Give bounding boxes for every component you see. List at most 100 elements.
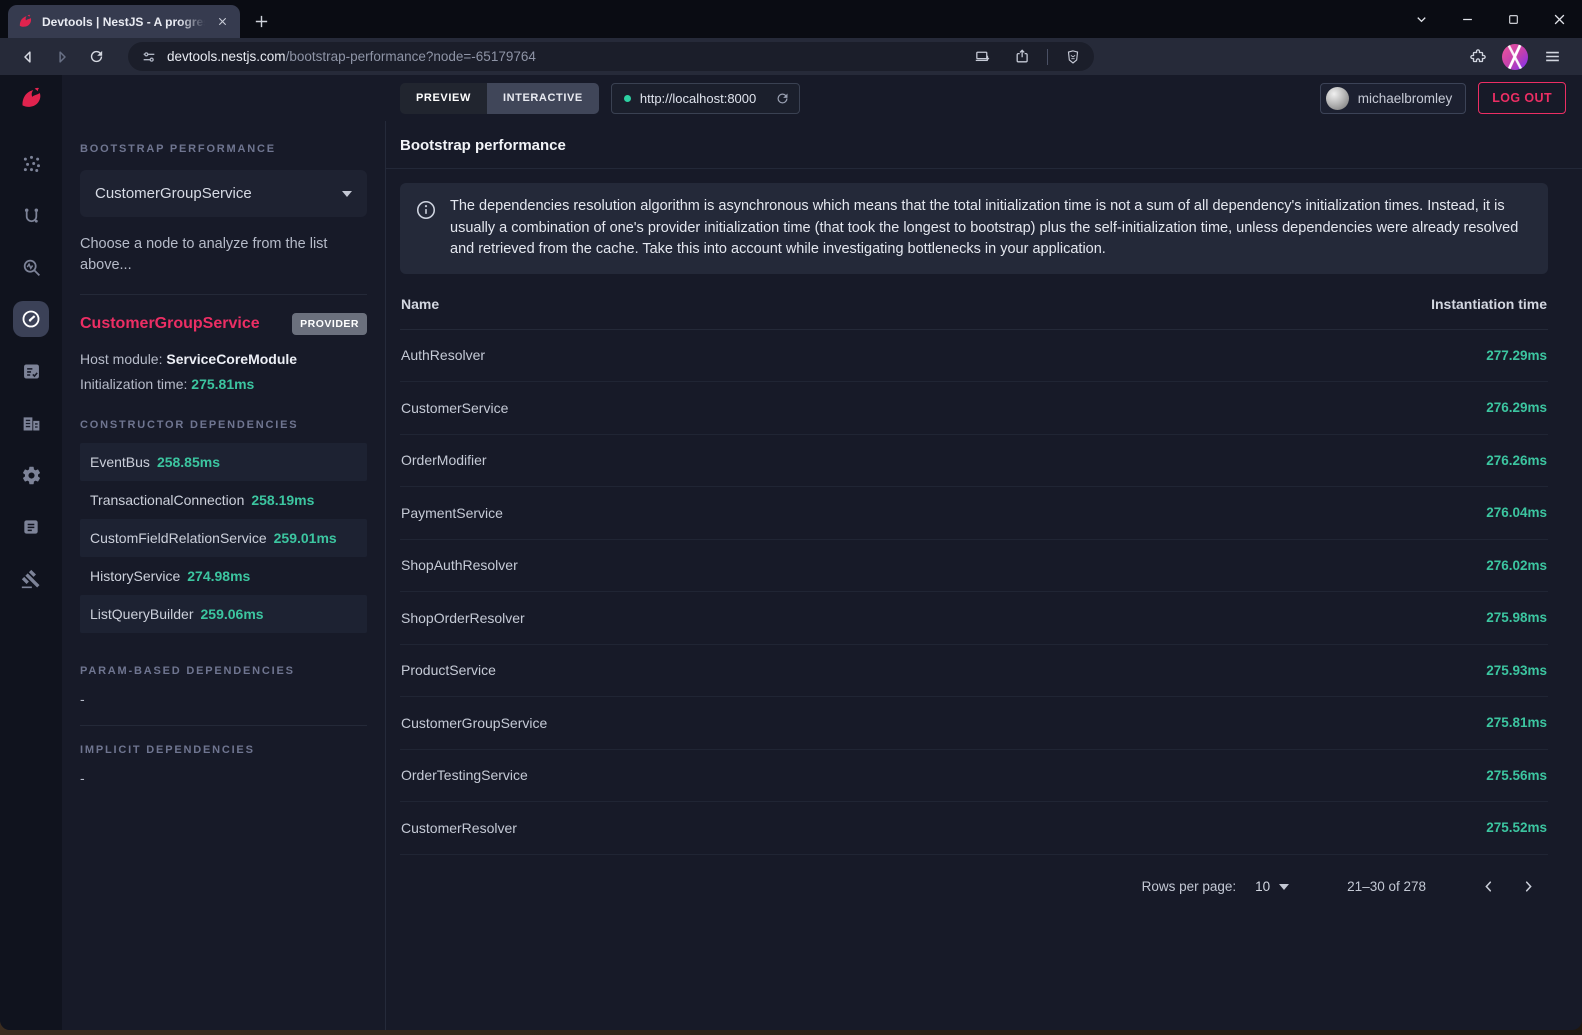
table-row[interactable]: ShopAuthResolver276.02ms	[400, 540, 1548, 593]
browser-profile-avatar[interactable]	[1502, 44, 1528, 70]
param-deps-empty: -	[80, 691, 367, 707]
share-icon[interactable]	[1007, 44, 1037, 70]
init-time-label: Initialization time:	[80, 376, 191, 392]
table-row[interactable]: ShopOrderResolver275.98ms	[400, 592, 1548, 645]
target-url-box[interactable]: http://localhost:8000	[611, 83, 800, 114]
logout-button[interactable]: LOG OUT	[1478, 82, 1566, 114]
close-window-button[interactable]	[1536, 0, 1582, 38]
table-row[interactable]: ProductService 275.93ms	[400, 645, 1548, 698]
dep-item[interactable]: TransactionalConnection258.19ms	[80, 481, 367, 519]
table-row[interactable]: OrderTestingService275.56ms	[400, 750, 1548, 803]
tab-close-icon[interactable]	[213, 13, 231, 31]
implicit-deps-title: IMPLICIT DEPENDENCIES	[80, 744, 367, 756]
dep-item[interactable]: EventBus 258.85ms	[80, 443, 367, 481]
browser-menu-icon[interactable]	[1543, 47, 1562, 66]
table-row[interactable]: CustomerGroupService275.81ms	[400, 697, 1548, 750]
extensions-icon[interactable]	[1469, 48, 1487, 66]
back-button[interactable]	[12, 42, 44, 72]
minimize-button[interactable]	[1444, 0, 1490, 38]
row-time: 276.26ms	[1486, 453, 1547, 468]
dep-time: 259.01ms	[274, 530, 337, 546]
body-area: BOOTSTRAP PERFORMANCE CustomerGroupServi…	[62, 121, 1582, 1030]
nav-performance-icon[interactable]	[13, 301, 49, 337]
brave-shield-icon[interactable]	[1058, 44, 1088, 70]
app-header: PREVIEW INTERACTIVE http://localhost:800…	[62, 75, 1582, 121]
status-dot	[624, 95, 631, 102]
send-to-device-icon[interactable]	[967, 44, 997, 70]
dep-name: CustomFieldRelationService	[90, 530, 267, 546]
dep-item[interactable]: HistoryService274.98ms	[80, 557, 367, 595]
mode-toggle: PREVIEW INTERACTIVE	[400, 83, 599, 114]
reload-button[interactable]	[80, 42, 112, 72]
nav-issues-icon[interactable]	[13, 561, 49, 597]
table-row[interactable]: CustomerResolver275.52ms	[400, 802, 1548, 855]
tab-search-icon[interactable]	[1398, 0, 1444, 38]
dep-time: 258.85ms	[157, 454, 220, 470]
maximize-button[interactable]	[1490, 0, 1536, 38]
row-name: PaymentService	[401, 505, 503, 521]
panel-hint: Choose a node to analyze from the list a…	[80, 234, 367, 276]
browser-tab-strip: Devtools | NestJS - A progressive	[0, 0, 1582, 38]
nestjs-logo[interactable]	[0, 75, 62, 121]
table-row[interactable]: AuthResolver277.29ms	[400, 330, 1548, 383]
tab-title: Devtools | NestJS - A progressive	[42, 15, 205, 29]
site-settings-icon[interactable]	[141, 49, 157, 65]
nav-routes-icon[interactable]	[13, 197, 49, 233]
node-header: CustomerGroupService PROVIDER	[80, 313, 367, 335]
nav-graph-icon[interactable]	[13, 145, 49, 181]
info-icon	[415, 199, 437, 261]
row-name: ProductService	[401, 662, 496, 678]
table-header: Name Instantiation time	[400, 274, 1548, 330]
interactive-tab[interactable]: INTERACTIVE	[487, 83, 599, 114]
node-name: CustomerGroupService	[80, 315, 260, 333]
nav-docs-icon[interactable]	[13, 509, 49, 545]
rows-per-page-value: 10	[1255, 879, 1270, 894]
row-time: 275.98ms	[1486, 610, 1547, 625]
table-row[interactable]: CustomerService276.29ms	[400, 382, 1548, 435]
new-tab-button[interactable]	[253, 13, 270, 30]
info-text: The dependencies resolution algorithm is…	[450, 196, 1522, 261]
dep-time: 258.19ms	[251, 492, 314, 508]
username: michaelbromley	[1358, 91, 1453, 106]
next-page-button[interactable]	[1508, 873, 1548, 901]
nav-settings-icon[interactable]	[13, 457, 49, 493]
table-row[interactable]: PaymentService 276.04ms	[400, 487, 1548, 540]
chevron-down-icon	[342, 191, 352, 197]
provider-badge: PROVIDER	[292, 313, 367, 335]
dep-item[interactable]: ListQueryBuilder259.06ms	[80, 595, 367, 633]
rows-per-page-select[interactable]: 10	[1255, 879, 1289, 894]
page-title: Bootstrap performance	[400, 137, 566, 154]
table-row[interactable]: OrderModifier276.26ms	[400, 435, 1548, 488]
row-time: 276.04ms	[1486, 505, 1547, 520]
constructor-deps-list: EventBus 258.85ms TransactionalConnection…	[80, 443, 367, 633]
nav-modules-icon[interactable]	[13, 405, 49, 441]
toolbar-right-cluster	[1469, 44, 1570, 70]
nestjs-favicon	[17, 13, 34, 30]
row-time: 275.93ms	[1486, 663, 1547, 678]
nav-insights-icon[interactable]	[13, 249, 49, 285]
user-avatar	[1326, 87, 1349, 110]
forward-button[interactable]	[46, 42, 78, 72]
panel-divider	[80, 725, 367, 726]
row-time: 276.02ms	[1486, 558, 1547, 573]
url-domain: devtools.nestjs.com	[167, 49, 286, 64]
host-module-value: ServiceCoreModule	[166, 351, 297, 367]
page-range: 21–30 of 278	[1347, 879, 1426, 894]
url-bar[interactable]: devtools.nestjs.com/bootstrap-performanc…	[128, 42, 1094, 71]
dep-item[interactable]: CustomFieldRelationService 259.01ms	[80, 519, 367, 557]
panel-section-title: BOOTSTRAP PERFORMANCE	[80, 143, 367, 155]
dep-name: EventBus	[90, 454, 150, 470]
user-chip[interactable]: michaelbromley	[1320, 83, 1467, 114]
nav-audits-icon[interactable]	[13, 353, 49, 389]
row-time: 277.29ms	[1486, 348, 1547, 363]
param-deps-title: PARAM-BASED DEPENDENCIES	[80, 665, 367, 677]
node-select-value: CustomerGroupService	[95, 185, 252, 202]
node-select[interactable]: CustomerGroupService	[80, 170, 367, 217]
left-panel: BOOTSTRAP PERFORMANCE CustomerGroupServi…	[62, 121, 386, 1030]
previous-page-button[interactable]	[1468, 873, 1508, 901]
constructor-deps-title: CONSTRUCTOR DEPENDENCIES	[80, 419, 367, 431]
preview-tab[interactable]: PREVIEW	[400, 83, 487, 114]
dep-name: HistoryService	[90, 568, 180, 584]
browser-tab[interactable]: Devtools | NestJS - A progressive	[8, 5, 240, 38]
target-refresh-icon[interactable]	[775, 91, 790, 106]
